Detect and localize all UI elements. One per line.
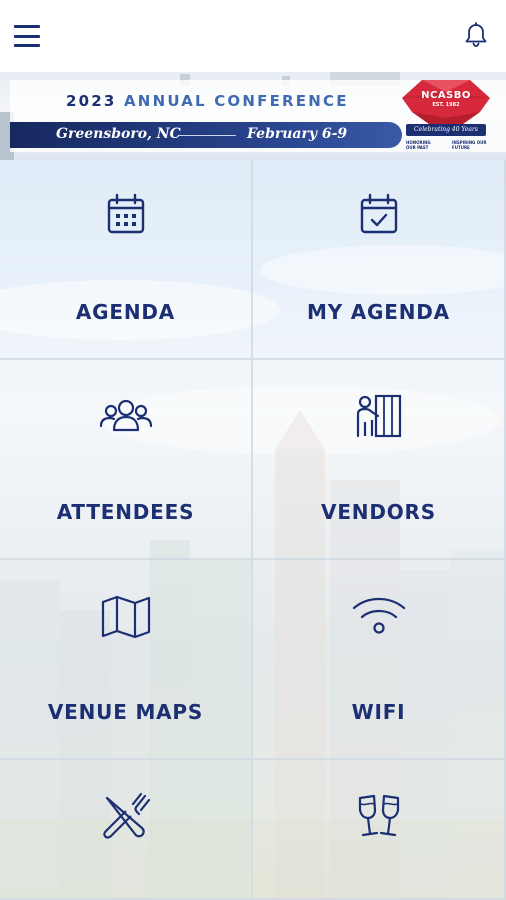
menu-grid: AGENDA MY AGENDA ATTENDEES VENDORS VENUE… (0, 160, 506, 900)
conference-banner: 2023 ANNUAL CONFERENCE Greensboro, NC Fe… (0, 72, 506, 160)
social-events-tile[interactable] (253, 760, 506, 900)
logo-tagline-left: HONORING OUR PAST (406, 140, 431, 150)
attendees-tile[interactable]: ATTENDEES (0, 360, 253, 560)
map-icon (101, 595, 150, 639)
banner-title: 2023 ANNUAL CONFERENCE (66, 92, 349, 110)
bell-icon[interactable] (464, 22, 488, 48)
banner-title-text: ANNUAL CONFERENCE (124, 92, 349, 110)
my-agenda-label: MY AGENDA (307, 300, 450, 324)
ncasbo-logo: NCASBO EST. 1982 Celebrating 40 Years HO… (400, 78, 492, 158)
vendors-tile[interactable]: VENDORS (253, 360, 506, 560)
wifi-tile[interactable]: WIFI (253, 560, 506, 760)
presenter-booth-icon (356, 394, 401, 438)
hamburger-menu-icon[interactable] (14, 22, 42, 50)
banner-city: Greensboro, NC (56, 126, 181, 142)
venue-maps-label: VENUE MAPS (47, 700, 204, 724)
app-bar (0, 0, 506, 72)
logo-motto: Celebrating 40 Years (406, 124, 486, 136)
calendar-check-icon (360, 193, 397, 234)
wifi-label: WIFI (351, 700, 406, 724)
vendors-label: VENDORS (321, 500, 436, 524)
banner-dates: February 6-9 (247, 126, 348, 142)
logo-tagline-right: INSPIRING OUR FUTURE (452, 140, 487, 150)
logo-established: EST. 1982 (432, 102, 460, 108)
venue-maps-tile[interactable]: VENUE MAPS (0, 560, 253, 760)
agenda-label: AGENDA (75, 300, 176, 324)
banner-divider (178, 135, 236, 136)
calendar-icon (107, 193, 144, 234)
users-group-icon (99, 399, 152, 432)
my-agenda-tile[interactable]: MY AGENDA (253, 160, 506, 360)
cheers-glasses-icon (358, 794, 399, 837)
logo-name: NCASBO (421, 90, 471, 101)
fork-knife-icon (102, 792, 150, 839)
banner-year: 2023 (66, 92, 117, 110)
attendees-label: ATTENDEES (56, 500, 195, 524)
dining-tile[interactable] (0, 760, 253, 900)
agenda-tile[interactable]: AGENDA (0, 160, 253, 360)
wifi-icon (352, 597, 405, 634)
